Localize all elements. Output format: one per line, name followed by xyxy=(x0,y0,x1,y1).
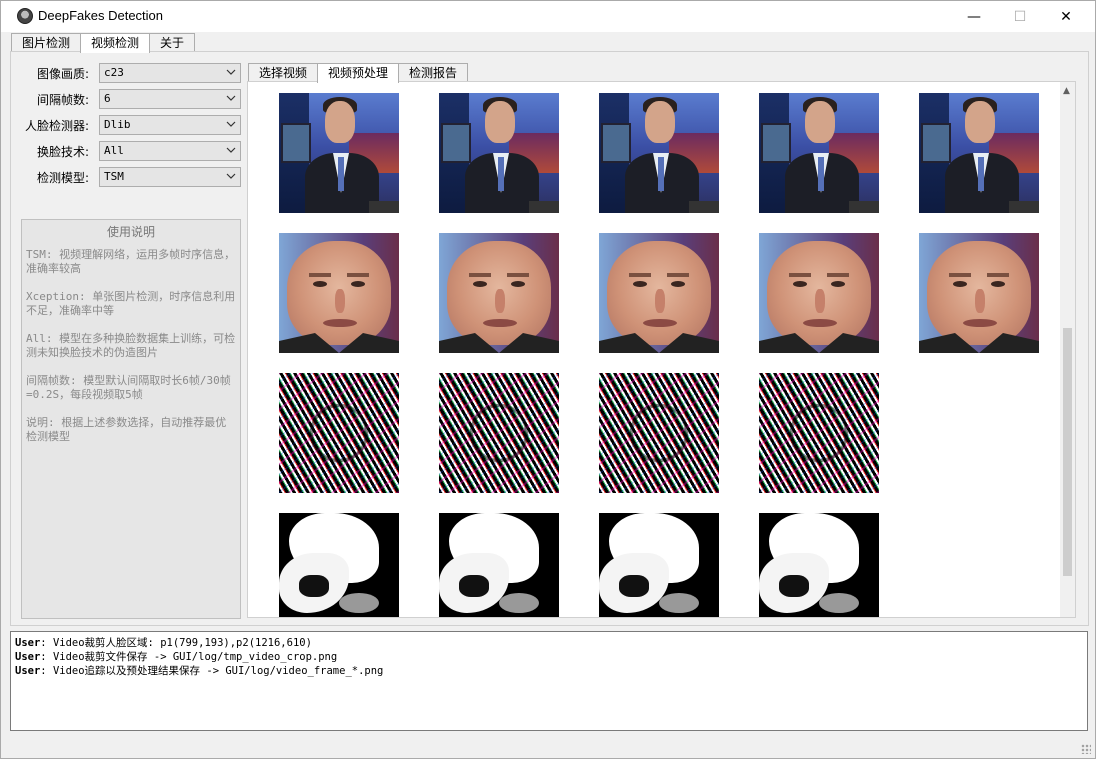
face-crop-image xyxy=(759,233,879,353)
chevron-down-icon xyxy=(226,95,236,101)
video-frame-image xyxy=(919,93,1039,213)
interval-label: 间隔帧数: xyxy=(36,93,89,107)
chevron-down-icon xyxy=(226,69,236,75)
main-tab-bar: 图片检测 视频检测 关于 xyxy=(11,33,196,53)
close-button[interactable]: ✕ xyxy=(1043,1,1089,32)
swap-tech-row: 换脸技术: All xyxy=(11,141,241,161)
quality-value: c23 xyxy=(104,66,124,79)
model-row: 检测模型: TSM xyxy=(11,167,241,187)
face-crop-image xyxy=(279,233,399,353)
log-text: : Video裁剪文件保存 -> GUI/log/tmp_video_crop.… xyxy=(40,651,338,663)
title-bar: DeepFakes Detection — ☐ ✕ xyxy=(1,1,1095,32)
face-crop-image xyxy=(599,233,719,353)
help-paragraph: All: 模型在多种换脸数据集上训练，可检测未知换脸技术的伪造图片 xyxy=(26,332,236,359)
log-output[interactable]: User: Video裁剪人脸区域: p1(799,193),p2(1216,6… xyxy=(10,631,1088,731)
log-line: User: Video追踪以及预处理结果保存 -> GUI/log/video_… xyxy=(15,664,1083,678)
tab-video-preprocess[interactable]: 视频预处理 xyxy=(317,63,400,83)
mask-image xyxy=(759,513,879,617)
video-frame-image xyxy=(759,93,879,213)
frame-difference-image xyxy=(599,373,719,493)
swap-tech-value: All xyxy=(104,144,124,157)
interval-select[interactable]: 6 xyxy=(99,89,241,109)
help-paragraph: 间隔帧数: 模型默认间隔取时长6帧/30帧=0.2S，每段视频取5帧 xyxy=(26,374,231,401)
scroll-up-icon[interactable]: ▲ xyxy=(1063,86,1070,96)
log-user: User xyxy=(15,665,41,677)
help-paragraph: TSM: 视频理解网络，运用多帧时序信息，准确率较高 xyxy=(26,248,236,275)
swap-tech-label: 换脸技术: xyxy=(36,145,89,159)
help-paragraph: 说明: 根据上述参数选择，自动推荐最优检测模型 xyxy=(26,416,227,443)
quality-row: 图像画质: c23 xyxy=(11,63,241,83)
quality-select[interactable]: c23 xyxy=(99,63,241,83)
video-frame-image xyxy=(439,93,559,213)
scroll-thumb[interactable] xyxy=(1063,328,1072,576)
model-label: 检测模型: xyxy=(36,171,89,185)
maximize-button[interactable]: ☐ xyxy=(997,1,1043,32)
chevron-down-icon xyxy=(226,173,236,179)
detector-label: 人脸检测器: xyxy=(24,119,89,133)
frame-difference-image xyxy=(759,373,879,493)
log-user: User xyxy=(15,637,41,649)
chevron-down-icon xyxy=(226,147,236,153)
tab-about[interactable]: 关于 xyxy=(149,33,196,52)
mask-image xyxy=(279,513,399,617)
help-paragraph: Xception: 单张图片检测，时序信息利用不足，准确率中等 xyxy=(26,290,236,317)
video-frame-image xyxy=(279,93,399,213)
frame-difference-image xyxy=(279,373,399,493)
model-select[interactable]: TSM xyxy=(99,167,241,187)
detector-value: Dlib xyxy=(104,118,131,131)
interval-row: 间隔帧数: 6 xyxy=(11,89,241,109)
log-user: User xyxy=(15,651,41,663)
resize-grip-icon[interactable] xyxy=(1081,744,1091,754)
model-value: TSM xyxy=(104,170,124,183)
interval-value: 6 xyxy=(104,92,111,105)
quality-label: 图像画质: xyxy=(36,67,89,81)
mask-image xyxy=(439,513,559,617)
video-frame-image xyxy=(599,93,719,213)
swap-tech-select[interactable]: All xyxy=(99,141,241,161)
tab-video-detection[interactable]: 视频检测 xyxy=(80,33,151,53)
help-panel: 使用说明 TSM: 视频理解网络，运用多帧时序信息，准确率较高 Xception… xyxy=(21,219,241,619)
log-line: User: Video裁剪文件保存 -> GUI/log/tmp_video_c… xyxy=(15,650,1083,664)
tab-select-video[interactable]: 选择视频 xyxy=(248,63,319,82)
vertical-scrollbar[interactable]: ▲ xyxy=(1060,82,1075,617)
help-title: 使用说明 xyxy=(106,225,155,239)
tab-detection-report[interactable]: 检测报告 xyxy=(398,63,469,82)
app-logo-icon xyxy=(17,8,33,24)
log-line: User: Video裁剪人脸区域: p1(799,193),p2(1216,6… xyxy=(15,636,1083,650)
sub-tab-bar: 选择视频 视频预处理 检测报告 xyxy=(248,63,469,83)
face-crop-image xyxy=(919,233,1039,353)
detector-row: 人脸检测器: Dlib xyxy=(11,115,241,135)
mask-image xyxy=(599,513,719,617)
chevron-down-icon xyxy=(226,121,236,127)
preprocess-panel xyxy=(247,81,1076,618)
detector-select[interactable]: Dlib xyxy=(99,115,241,135)
tab-image-detection[interactable]: 图片检测 xyxy=(11,33,82,52)
minimize-button[interactable]: — xyxy=(951,1,997,32)
log-text: : Video裁剪人脸区域: p1(799,193),p2(1216,610) xyxy=(40,637,312,649)
face-crop-image xyxy=(439,233,559,353)
status-bar xyxy=(1,734,1095,758)
frame-difference-image xyxy=(439,373,559,493)
window-title: DeepFakes Detection xyxy=(38,8,164,23)
app-window: DeepFakes Detection — ☐ ✕ 图片检测 视频检测 关于 图… xyxy=(0,0,1096,759)
log-text: : Video追踪以及预处理结果保存 -> GUI/log/video_fram… xyxy=(40,665,384,677)
